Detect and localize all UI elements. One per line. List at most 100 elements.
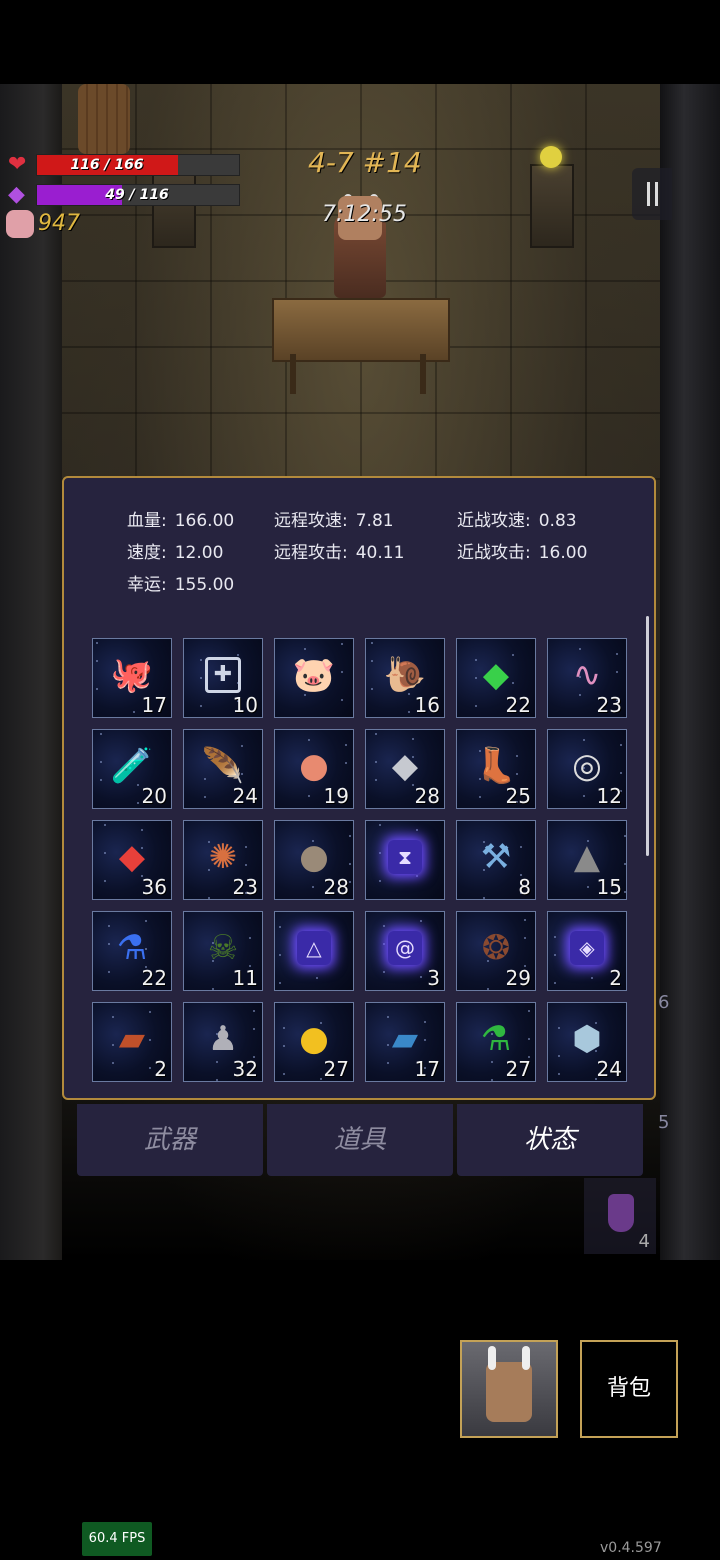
inventory-slot[interactable]: ✚ 10 bbox=[183, 638, 263, 718]
inventory-slot[interactable]: ✺ 23 bbox=[183, 820, 263, 900]
stat-label: 幸运: bbox=[127, 575, 167, 595]
stat-luck: 幸运: 155.00 bbox=[127, 570, 234, 595]
blue-potion-icon: ⚗ bbox=[116, 927, 148, 968]
slot-count: 4 bbox=[638, 1231, 650, 1252]
stat-ranged-attack: 远程攻击: 40.11 bbox=[274, 538, 404, 563]
blue-tome-icon: ▰ bbox=[391, 1018, 419, 1059]
inventory-slot[interactable]: ◈ 2 bbox=[547, 911, 627, 991]
feather-icon: 🪶 bbox=[201, 745, 245, 786]
inventory-slot[interactable]: △ bbox=[274, 911, 354, 991]
tab-weapons[interactable]: 武器 bbox=[77, 1104, 263, 1176]
star-decoration bbox=[624, 835, 626, 837]
inventory-slot[interactable]: ▰ 17 bbox=[365, 1002, 445, 1082]
right-wall bbox=[660, 84, 720, 1260]
purple-snail-icon: 🐌 bbox=[383, 654, 427, 695]
mp-bar: 49 / 116 bbox=[36, 184, 240, 206]
star-decoration bbox=[141, 829, 143, 831]
table-leg bbox=[290, 354, 296, 394]
inventory-slot[interactable]: ⬢ 24 bbox=[547, 1002, 627, 1082]
inventory-slot[interactable]: 🪶 24 bbox=[183, 729, 263, 809]
inventory-slot[interactable]: ● 19 bbox=[274, 729, 354, 809]
stat-label: 近战攻速: bbox=[457, 511, 531, 531]
inventory-slot[interactable]: ∿ 23 bbox=[547, 638, 627, 718]
star-decoration bbox=[320, 1078, 322, 1080]
star-decoration bbox=[420, 920, 422, 922]
inventory-slot[interactable]: 🐷 bbox=[274, 638, 354, 718]
pause-icon-bar bbox=[654, 182, 658, 206]
tab-status[interactable]: 状态 bbox=[457, 1104, 643, 1176]
item-count: 12 bbox=[596, 784, 622, 808]
stat-value: 40.11 bbox=[355, 543, 405, 563]
star-decoration bbox=[620, 744, 622, 746]
inventory-slot[interactable]: ◆ 28 bbox=[365, 729, 445, 809]
stat-value: 155.00 bbox=[174, 575, 235, 595]
item-count: 22 bbox=[141, 966, 167, 990]
star-decoration bbox=[349, 881, 351, 883]
star-decoration bbox=[379, 880, 381, 882]
inventory-slot[interactable]: ▰ 2 bbox=[92, 1002, 172, 1082]
star-decoration bbox=[475, 659, 477, 661]
inventory-slot[interactable]: ◆ 22 bbox=[456, 638, 536, 718]
star-decoration bbox=[579, 648, 581, 650]
star-decoration bbox=[371, 688, 373, 690]
medkit-icon: ✚ bbox=[205, 656, 241, 693]
star-decoration bbox=[283, 1073, 285, 1075]
inventory-slot[interactable]: @3 bbox=[365, 911, 445, 991]
inventory-slot[interactable]: ● 28 bbox=[274, 820, 354, 900]
star-decoration bbox=[375, 761, 377, 763]
inventory-slot[interactable]: ☠ 11 bbox=[183, 911, 263, 991]
star-decoration bbox=[249, 937, 251, 939]
merchant-table[interactable] bbox=[272, 298, 450, 362]
silver-ore-icon: ◆ bbox=[391, 745, 419, 786]
star-decoration bbox=[475, 705, 477, 707]
star-decoration bbox=[96, 660, 98, 662]
inventory-slot[interactable]: 🐌 16 bbox=[365, 638, 445, 718]
inventory-slot[interactable]: ◎ 12 bbox=[547, 729, 627, 809]
item-count: 15 bbox=[596, 875, 622, 899]
star-decoration bbox=[96, 688, 98, 690]
scrollbar[interactable] bbox=[646, 616, 649, 856]
inventory-slot[interactable]: ♟ 32 bbox=[183, 1002, 263, 1082]
gold-count: 947 bbox=[38, 211, 80, 236]
inventory-slot[interactable]: ❂ 29 bbox=[456, 911, 536, 991]
stat-value: 12.00 bbox=[174, 543, 224, 563]
pink-worm-icon: ∿ bbox=[572, 654, 602, 695]
inventory-slot[interactable]: 🐙 17 bbox=[92, 638, 172, 718]
star-decoration bbox=[412, 738, 414, 740]
item-count: 22 bbox=[505, 693, 531, 717]
star-decoration bbox=[349, 863, 351, 865]
star-decoration bbox=[304, 648, 306, 650]
item-count: 28 bbox=[323, 875, 349, 899]
star-decoration bbox=[112, 1044, 114, 1046]
star-decoration bbox=[149, 1039, 151, 1041]
flame-icon bbox=[540, 146, 562, 168]
star-decoration bbox=[133, 711, 135, 713]
tab-items[interactable]: 道具 bbox=[267, 1104, 453, 1176]
inventory-slot[interactable]: ⧗ bbox=[365, 820, 445, 900]
pause-button[interactable] bbox=[632, 168, 672, 220]
star-decoration bbox=[371, 660, 373, 662]
character-portrait-button[interactable] bbox=[460, 1340, 558, 1438]
star-decoration bbox=[383, 943, 385, 945]
fps-counter: 60.4 FPS bbox=[82, 1522, 152, 1556]
stat-melee-speed: 近战攻速: 0.83 bbox=[457, 506, 577, 531]
inventory-slot[interactable]: ● 27 bbox=[274, 1002, 354, 1082]
inventory-slot[interactable]: ⚗ 22 bbox=[92, 911, 172, 991]
item-count: 23 bbox=[596, 693, 622, 717]
inventory-slot[interactable]: ▲ 15 bbox=[547, 820, 627, 900]
inventory-slot[interactable]: ◆ 36 bbox=[92, 820, 172, 900]
inventory-slot[interactable]: 👢 25 bbox=[456, 729, 536, 809]
star-decoration bbox=[375, 779, 377, 781]
inventory-slot[interactable]: ⚒ 8 bbox=[456, 820, 536, 900]
inventory-slot[interactable]: ⚗ 27 bbox=[456, 1002, 536, 1082]
rings-icon: ◎ bbox=[572, 745, 602, 786]
potion-quick-slot[interactable]: 4 bbox=[584, 1178, 656, 1254]
level-indicator: 4-7 #14 bbox=[308, 146, 422, 179]
inventory-slot[interactable]: 🧪 20 bbox=[92, 729, 172, 809]
pedestal-left bbox=[152, 164, 196, 248]
item-count: 27 bbox=[505, 1057, 531, 1081]
backpack-button[interactable]: 背包 bbox=[580, 1340, 678, 1438]
star-decoration bbox=[587, 886, 589, 888]
green-potion-icon: ⚗ bbox=[480, 1018, 512, 1059]
rocks-icon: ● bbox=[299, 836, 329, 877]
